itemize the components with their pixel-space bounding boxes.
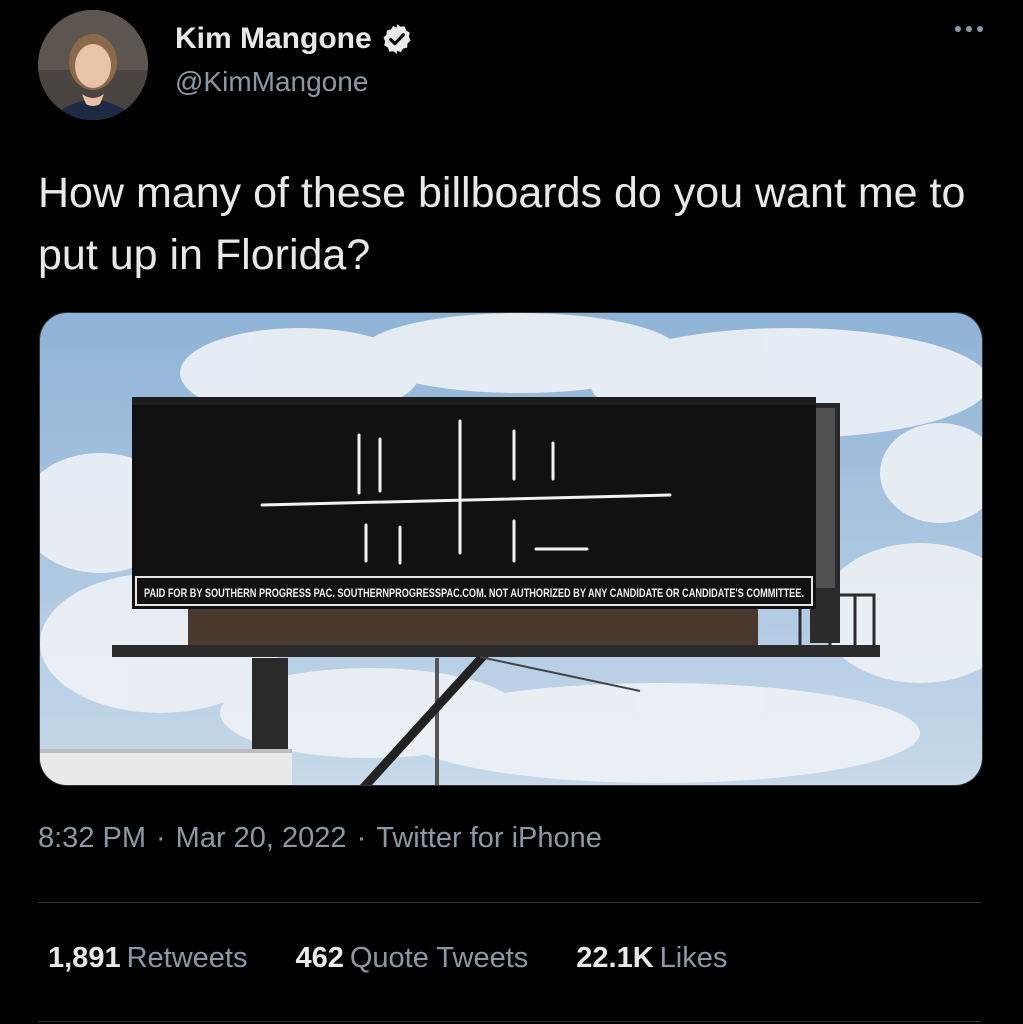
verified-badge-icon (380, 22, 414, 56)
retweets-label: Retweets (126, 942, 248, 974)
quote-tweets-stat[interactable]: 462 Quote Tweets (295, 942, 528, 975)
likes-stat[interactable]: 22.1K Likes (576, 942, 727, 975)
avatar-image (38, 10, 148, 120)
tweet-meta: 8:32 PM · Mar 20, 2022 · Twitter for iPhone (38, 822, 602, 855)
meta-separator: · (356, 822, 367, 854)
retweets-stat[interactable]: 1,891 Retweets (48, 942, 247, 975)
avatar[interactable] (38, 10, 148, 120)
tweet-time[interactable]: 8:32 PM (38, 822, 146, 854)
likes-count: 22.1K (576, 942, 654, 974)
author-display-name[interactable]: Kim Mangone (175, 22, 372, 56)
quote-tweets-count: 462 (295, 942, 344, 974)
tweet-detail-page: Kim Mangone @KimMangone How many of thes… (0, 0, 1023, 1024)
divider (38, 1021, 981, 1022)
divider (38, 902, 981, 903)
tweet-text: How many of these billboards do you want… (38, 169, 966, 279)
likes-label: Likes (659, 942, 728, 974)
retweets-count: 1,891 (48, 942, 121, 974)
author-name-row[interactable]: Kim Mangone (175, 22, 414, 56)
tweet-date[interactable]: Mar 20, 2022 (176, 822, 347, 854)
billboard-disclaimer: PAID FOR BY SOUTHERN PROGRESS PAC. SOUTH… (144, 586, 804, 600)
tweet-source[interactable]: Twitter for iPhone (376, 822, 602, 854)
tweet-stats: 1,891 Retweets 462 Quote Tweets 22.1K Likes (48, 942, 727, 975)
meta-separator: · (156, 822, 166, 854)
quote-tweets-label: Quote Tweets (349, 942, 529, 974)
more-options-icon[interactable] (955, 26, 983, 32)
tweet-media-image[interactable]: PAID FOR BY SOUTHERN PROGRESS PAC. SOUTH… (39, 312, 983, 786)
author-handle[interactable]: @KimMangone (175, 66, 368, 98)
